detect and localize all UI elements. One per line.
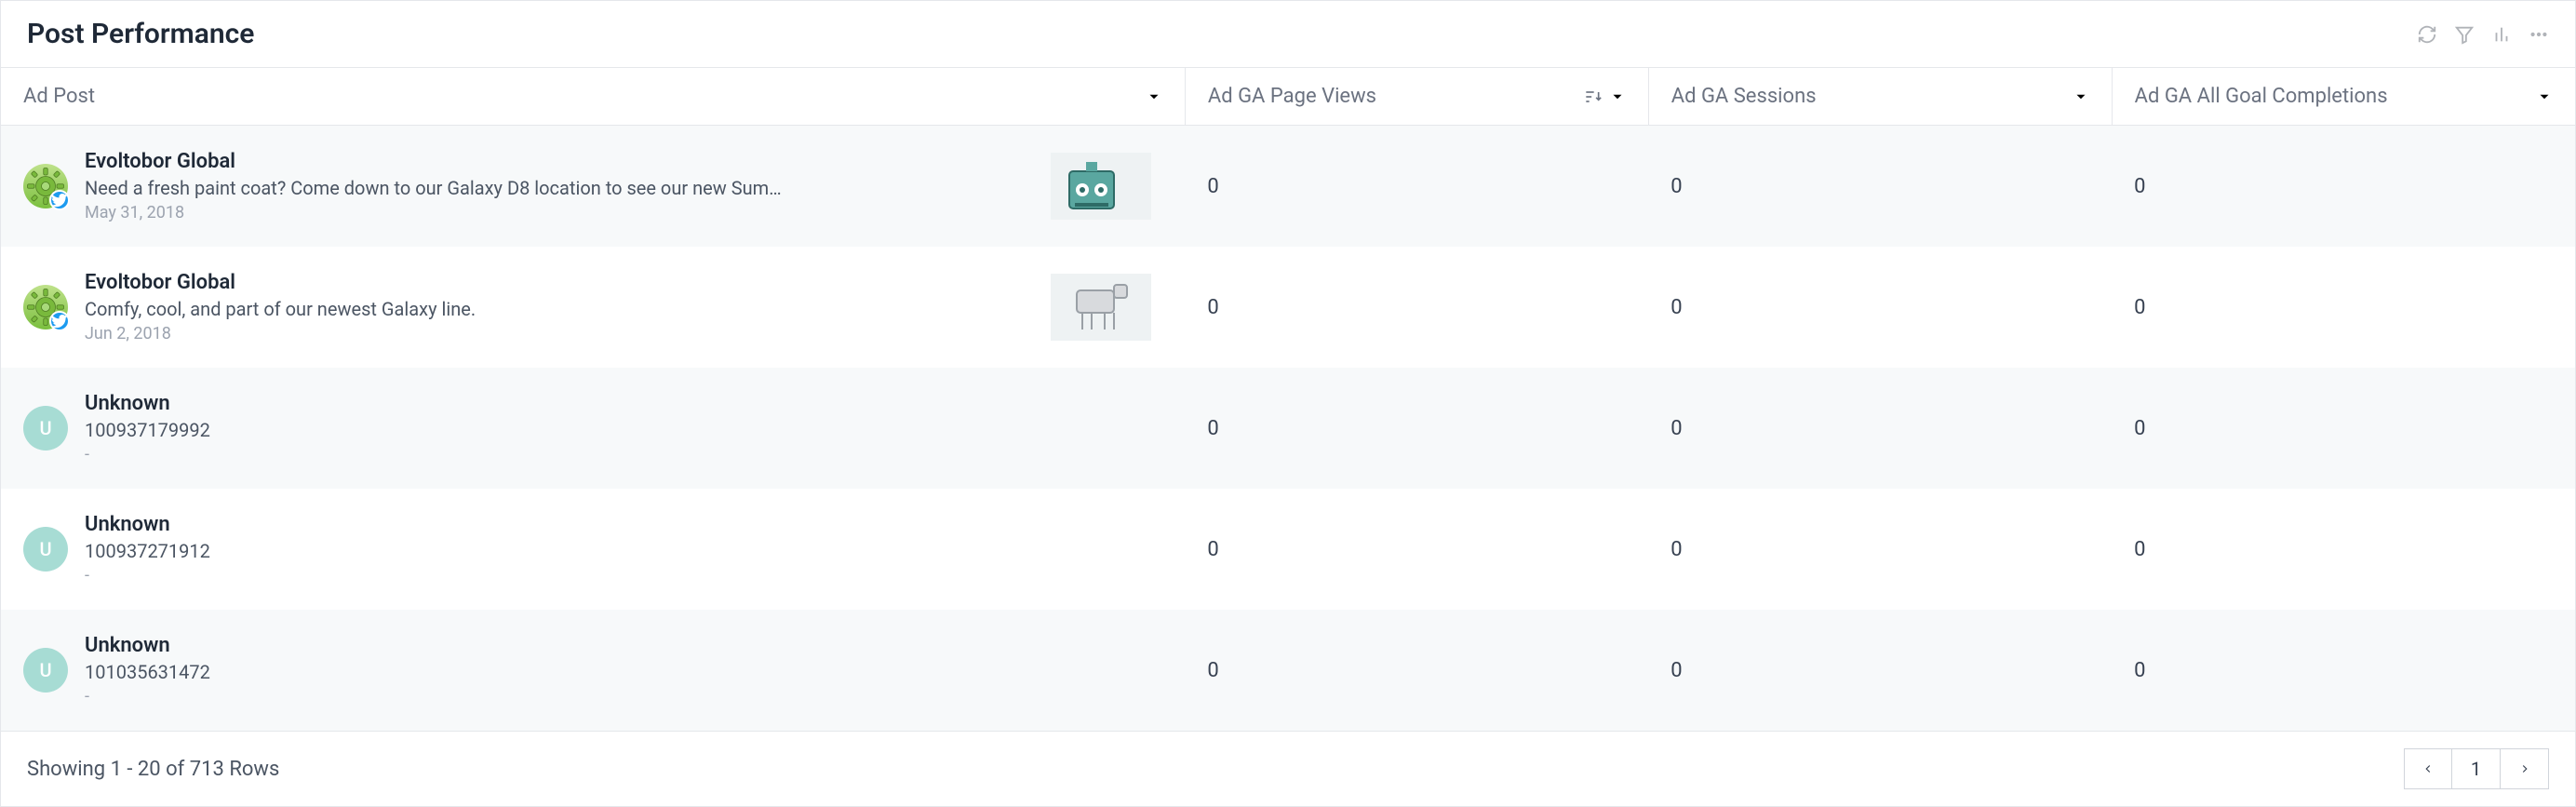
chevron-down-icon: [2536, 88, 2553, 105]
refresh-icon[interactable]: [2417, 24, 2437, 45]
views-cell: 0: [1185, 489, 1648, 610]
column-header-sessions[interactable]: Ad GA Sessions: [1648, 68, 2112, 126]
post-cell: U Unknown 101035631472 -: [23, 625, 1162, 716]
post-body: 100937271912: [85, 540, 792, 562]
post-body: 100937179992: [85, 419, 792, 441]
sessions-cell: 0: [1648, 247, 2112, 368]
column-label: Ad GA All Goal Completions: [2135, 85, 2388, 108]
page-name: Evoltobor Global: [85, 150, 1034, 173]
views-cell: 0: [1185, 610, 1648, 731]
sessions-cell: 0: [1648, 126, 2112, 248]
unknown-avatar-icon: U: [23, 648, 68, 693]
post-text: Unknown 100937271912 -: [85, 513, 1162, 585]
chevron-down-icon: [2073, 88, 2089, 105]
pager-prev-button[interactable]: [2404, 748, 2452, 789]
goals-cell: 0: [2112, 489, 2575, 610]
page-name: Unknown: [85, 392, 1162, 415]
pager: 1: [2404, 748, 2549, 789]
sessions-cell: 0: [1648, 368, 2112, 489]
page-name: Unknown: [85, 634, 1162, 657]
post-text: Evoltobor Global Need a fresh paint coat…: [85, 150, 1034, 222]
post-thumbnail: [1051, 274, 1151, 341]
sort-descending-icon: [1583, 87, 1602, 106]
chevron-down-icon: [1146, 88, 1162, 105]
post-performance-panel: Post Performance Ad Post: [0, 0, 2576, 807]
post-text: Unknown 101035631472 -: [85, 634, 1162, 706]
post-date: -: [85, 566, 1162, 585]
table-row[interactable]: U Unknown 100937179992 - 0 0 0: [1, 368, 2575, 489]
goals-cell: 0: [2112, 126, 2575, 248]
views-cell: 0: [1185, 247, 1648, 368]
post-body: Need a fresh paint coat? Come down to ou…: [85, 177, 792, 199]
twitter-badge-icon: [49, 190, 70, 210]
post-cell: U Unknown 100937179992 -: [23, 383, 1162, 474]
goals-cell: 0: [2112, 368, 2575, 489]
column-label: Ad GA Page Views: [1208, 85, 1376, 108]
chart-icon[interactable]: [2491, 24, 2512, 45]
post-body: 101035631472: [85, 661, 792, 683]
twitter-badge-icon: [49, 311, 70, 331]
post-text: Unknown 100937179992 -: [85, 392, 1162, 464]
page-name: Evoltobor Global: [85, 271, 1034, 294]
post-cell: U Unknown 100937271912 -: [23, 504, 1162, 595]
sessions-cell: 0: [1648, 610, 2112, 731]
post-date: May 31, 2018: [85, 203, 1034, 222]
panel-title: Post Performance: [27, 18, 254, 50]
filter-icon[interactable]: [2454, 24, 2475, 45]
column-header-post[interactable]: Ad Post: [1, 68, 1185, 126]
gear-avatar-icon: [23, 285, 68, 330]
views-cell: 0: [1185, 126, 1648, 248]
unknown-avatar-icon: U: [23, 406, 68, 451]
panel-footer: Showing 1 - 20 of 713 Rows 1: [1, 731, 2575, 806]
table-row[interactable]: Evoltobor Global Need a fresh paint coat…: [1, 126, 2575, 248]
table-row[interactable]: U Unknown 101035631472 - 0 0 0: [1, 610, 2575, 731]
goals-cell: 0: [2112, 610, 2575, 731]
post-body: Comfy, cool, and part of our newest Gala…: [85, 298, 792, 320]
sessions-cell: 0: [1648, 489, 2112, 610]
more-icon[interactable]: [2529, 24, 2549, 45]
goals-cell: 0: [2112, 247, 2575, 368]
post-cell: Evoltobor Global Comfy, cool, and part o…: [23, 262, 1162, 353]
table-row[interactable]: Evoltobor Global Comfy, cool, and part o…: [1, 247, 2575, 368]
column-label: Ad Post: [23, 85, 95, 108]
pager-next-button[interactable]: [2501, 748, 2549, 789]
column-header-goals[interactable]: Ad GA All Goal Completions: [2112, 68, 2575, 126]
rows-summary: Showing 1 - 20 of 713 Rows: [27, 758, 279, 781]
views-cell: 0: [1185, 368, 1648, 489]
page-name: Unknown: [85, 513, 1162, 536]
column-header-views[interactable]: Ad GA Page Views: [1185, 68, 1648, 126]
post-text: Evoltobor Global Comfy, cool, and part o…: [85, 271, 1034, 343]
unknown-avatar-icon: U: [23, 527, 68, 572]
performance-table: Ad Post Ad GA Page Views: [1, 68, 2575, 731]
post-date: -: [85, 687, 1162, 706]
post-date: -: [85, 445, 1162, 464]
table-row[interactable]: U Unknown 100937271912 - 0 0 0: [1, 489, 2575, 610]
panel-actions: [2417, 24, 2549, 45]
post-cell: Evoltobor Global Need a fresh paint coat…: [23, 141, 1162, 232]
chevron-down-icon: [1609, 88, 1626, 105]
gear-avatar-icon: [23, 164, 68, 208]
pager-current-page[interactable]: 1: [2452, 748, 2501, 789]
post-thumbnail: [1051, 153, 1151, 220]
panel-header: Post Performance: [1, 1, 2575, 68]
post-date: Jun 2, 2018: [85, 324, 1034, 343]
column-label: Ad GA Sessions: [1671, 85, 1817, 108]
